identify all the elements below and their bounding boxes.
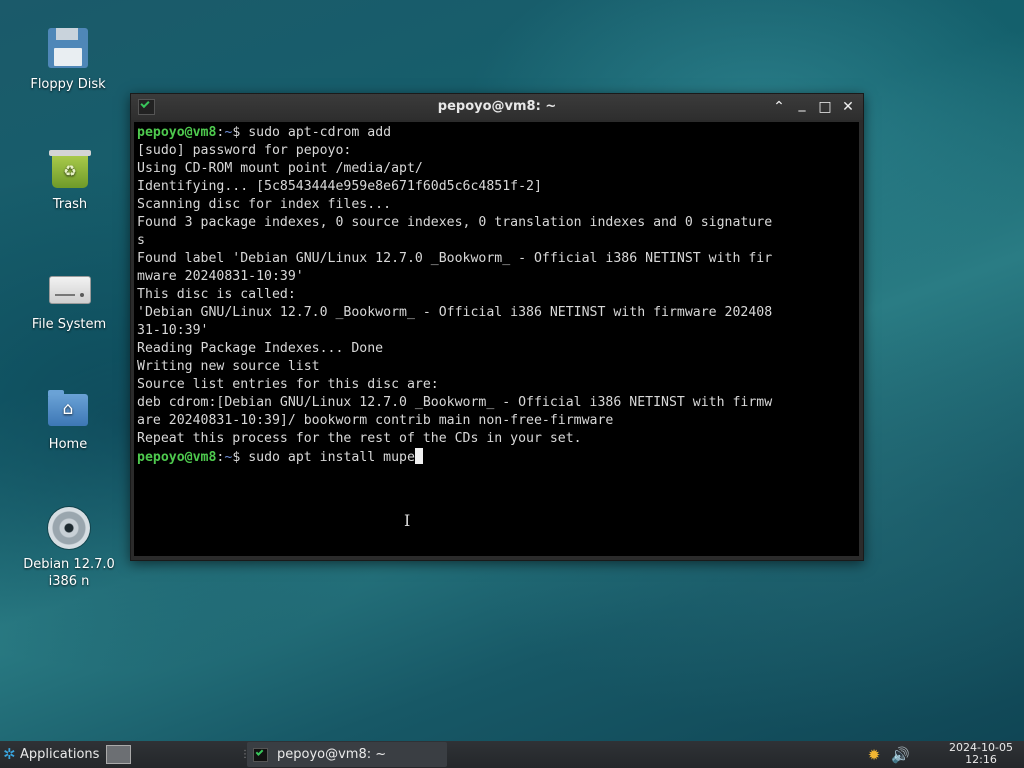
output-line: Found label 'Debian GNU/Linux 12.7.0 _Bo… [137, 251, 773, 266]
floppy-disk-icon [46, 26, 90, 70]
volume-icon[interactable]: 🔊 [891, 746, 910, 764]
output-line: [sudo] password for pepoyo: [137, 143, 352, 158]
desktop-icon-file-system[interactable]: File System [19, 266, 119, 333]
separator-handle-icon: ⋮ [240, 749, 250, 760]
prompt-user: pepoyo@vm8 [137, 450, 217, 465]
desktop-icon-label-line2: i386 n [48, 574, 90, 589]
taskbar-window-button[interactable]: pepoyo@vm8: ~ [247, 742, 447, 767]
window-title: pepoyo@vm8: ~ [437, 99, 557, 114]
desktop-icon-home[interactable]: ⌂ Home [18, 386, 118, 453]
prompt-line: pepoyo@vm8:~$ sudo apt install mupe [137, 448, 859, 466]
output-line: 31-10:39' [137, 323, 209, 338]
updates-icon[interactable]: ✹ [865, 746, 883, 764]
desktop-icon-floppy-disk[interactable]: Floppy Disk [18, 26, 118, 93]
close-button[interactable]: ✕ [838, 97, 858, 117]
clock-time: 12:16 [965, 753, 997, 766]
applications-label: Applications [20, 747, 100, 762]
desktop-icon-trash[interactable]: ♻ Trash [20, 146, 120, 213]
command-text: sudo apt-cdrom add [248, 125, 392, 140]
prompt-symbol: $ [232, 450, 249, 465]
desktop-icon-debian-cd[interactable]: Debian 12.7.0 i386 n [19, 506, 119, 590]
output-line: Scanning disc for index files... [137, 197, 392, 212]
output-line: mware 20240831-10:39' [137, 269, 304, 284]
mouse-ibeam-icon: I [404, 511, 411, 530]
terminal-icon [253, 748, 268, 762]
text-cursor [414, 448, 423, 464]
workspace-switcher[interactable] [106, 745, 131, 764]
terminal-area[interactable]: pepoyo@vm8:~$ sudo apt-cdrom add [sudo] … [134, 122, 859, 556]
desktop-icon-label: File System [31, 317, 107, 332]
applications-menu-icon: ✲ [3, 745, 16, 763]
minimize-button[interactable]: _ [792, 97, 812, 117]
clock[interactable]: 2024-10-05 12:16 [944, 742, 1018, 766]
terminal-window[interactable]: pepoyo@vm8: ~ ⌃ _ □ ✕ pepoyo@vm8:~$ sudo… [130, 93, 864, 561]
output-line: s [137, 233, 145, 248]
window-titlebar[interactable]: pepoyo@vm8: ~ ⌃ _ □ ✕ [131, 94, 863, 120]
taskbar: ✲ Applications ⋮ pepoyo@vm8: ~ ✹ 🔊 2024-… [0, 741, 1024, 768]
cd-disc-icon [47, 506, 91, 550]
home-folder-icon: ⌂ [46, 386, 90, 430]
output-line: This disc is called: [137, 287, 296, 302]
prompt-line: pepoyo@vm8:~$ sudo apt-cdrom add [137, 124, 859, 142]
output-line: are 20240831-10:39]/ bookworm contrib ma… [137, 413, 614, 428]
desktop-icon-label: Floppy Disk [30, 77, 106, 92]
maximize-button[interactable]: □ [815, 97, 835, 117]
desktop-icon-label: Trash [52, 197, 88, 212]
output-line: Using CD-ROM mount point /media/apt/ [137, 161, 423, 176]
applications-menu-button[interactable]: ✲ Applications [0, 741, 102, 768]
output-line: deb cdrom:[Debian GNU/Linux 12.7.0 _Book… [137, 395, 773, 410]
output-line: Repeat this process for the rest of the … [137, 431, 582, 446]
output-line: Reading Package Indexes... Done [137, 341, 384, 356]
desktop-icon-label-line1: Debian 12.7.0 [23, 557, 115, 572]
prompt-symbol: $ [232, 125, 249, 140]
output-line: Identifying... [5c8543444e959e8e671f60d5… [137, 179, 542, 194]
trash-icon: ♻ [48, 146, 92, 190]
output-line: 'Debian GNU/Linux 12.7.0 _Bookworm_ - Of… [137, 305, 773, 320]
output-line: Source list entries for this disc are: [137, 377, 439, 392]
shade-button[interactable]: ⌃ [769, 97, 789, 117]
output-line: Found 3 package indexes, 0 source indexe… [137, 215, 773, 230]
output-line: Writing new source list [137, 359, 320, 374]
command-input[interactable]: sudo apt install mupe [248, 450, 415, 465]
hard-drive-icon [47, 266, 91, 310]
prompt-user: pepoyo@vm8 [137, 125, 217, 140]
desktop-icon-label: Home [48, 437, 88, 452]
taskbar-window-label: pepoyo@vm8: ~ [277, 747, 387, 762]
